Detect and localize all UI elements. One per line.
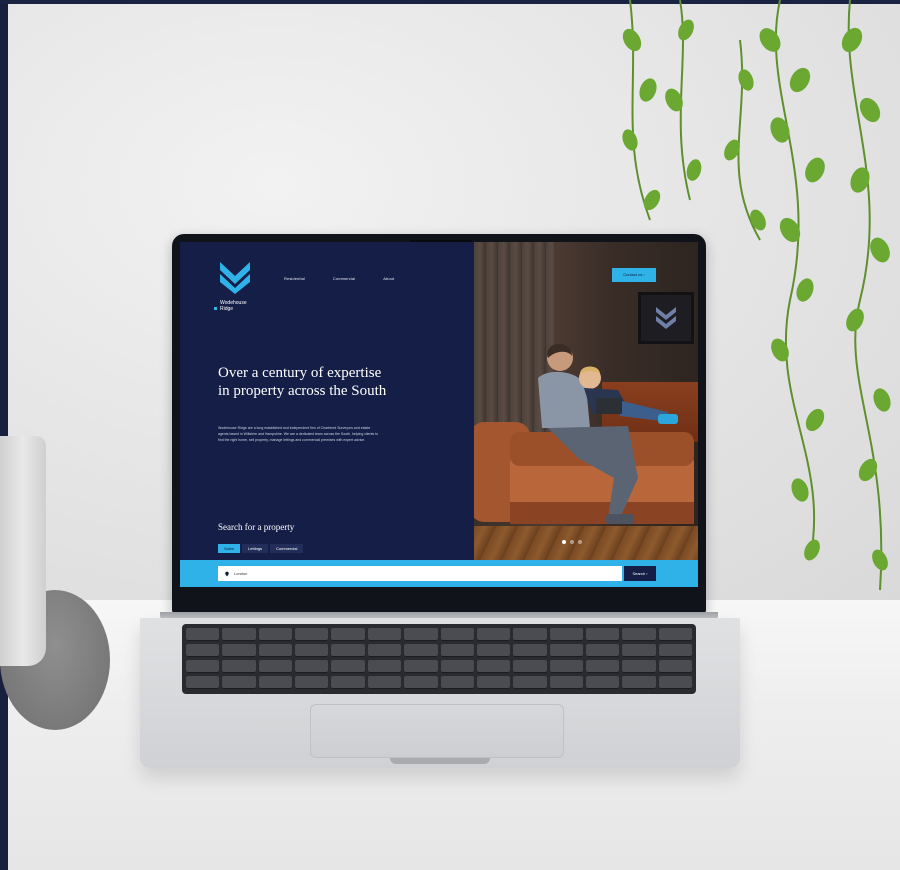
contact-us-button[interactable]: Contact us › — [612, 268, 656, 282]
keyboard-key — [404, 660, 438, 673]
keyboard-key — [258, 644, 293, 657]
search-bar: Search › — [180, 560, 698, 587]
double-chevron-logo-icon — [220, 262, 250, 294]
keyboard-key — [513, 644, 547, 657]
keyboard-key — [622, 644, 656, 657]
keyboard-key — [440, 628, 474, 641]
keyboard-key — [622, 628, 656, 641]
keyboard-key — [622, 676, 656, 689]
keyboard-key — [549, 628, 583, 641]
keyboard-key — [367, 676, 402, 689]
site-hero-panel: Wodehouse Ridge Residential Commercial A… — [180, 242, 474, 587]
keyboard-key — [513, 628, 547, 641]
keyboard-key — [585, 644, 620, 657]
site-nav: Residential Commercial About — [284, 276, 394, 281]
keyboard-key — [331, 660, 365, 673]
keyboard-key — [513, 676, 547, 689]
keyboard-key — [186, 644, 220, 657]
keyboard-key — [658, 644, 692, 657]
search-heading: Search for a property — [218, 522, 295, 532]
keyboard-key — [295, 628, 329, 641]
keyboard-key — [585, 660, 620, 673]
laptop-screen-bezel: Wodehouse Ridge Residential Commercial A… — [172, 234, 706, 614]
nav-link-about[interactable]: About — [383, 276, 394, 281]
left-edge-border — [0, 0, 8, 870]
keyboard-key — [331, 676, 365, 689]
trackpad — [310, 704, 564, 758]
keyboard-key — [222, 660, 256, 673]
keyboard-key — [295, 644, 329, 657]
keyboard-key — [404, 644, 438, 657]
tab-commercial[interactable]: Commercial — [270, 544, 304, 553]
carousel-dot[interactable] — [570, 540, 574, 544]
keyboard-key — [186, 676, 220, 689]
carousel-dot[interactable] — [578, 540, 582, 544]
keyboard-key — [585, 676, 620, 689]
search-button[interactable]: Search › — [624, 566, 656, 581]
mug — [0, 436, 46, 666]
keyboard-key — [186, 628, 220, 641]
keyboard-key — [549, 676, 583, 689]
keyboard-key — [658, 676, 692, 689]
hero-title: Over a century of expertise in property … — [218, 365, 387, 399]
keyboard-key — [440, 660, 474, 673]
laptop-keyboard-deck — [140, 618, 740, 768]
keyboard-key — [476, 628, 511, 641]
laptop: Wodehouse Ridge Residential Commercial A… — [140, 234, 740, 774]
keyboard-key — [295, 676, 329, 689]
keyboard-key — [295, 660, 329, 673]
laptop-front-lip — [390, 758, 490, 764]
search-input[interactable] — [230, 567, 618, 580]
keyboard-key — [476, 644, 511, 657]
keyboard-key — [222, 628, 256, 641]
photo-family — [538, 344, 678, 524]
scene: Wodehouse Ridge Residential Commercial A… — [0, 0, 900, 870]
keyboard-key — [440, 676, 474, 689]
site-logo[interactable]: Wodehouse Ridge — [214, 260, 266, 320]
keyboard-key — [476, 676, 511, 689]
keyboard-key — [440, 644, 474, 657]
carousel-dots — [562, 540, 582, 544]
keyboard-key — [186, 660, 220, 673]
keyboard-key — [331, 644, 365, 657]
keyboard-key — [658, 660, 692, 673]
keyboard-key — [622, 660, 656, 673]
nav-link-commercial[interactable]: Commercial — [333, 276, 355, 281]
laptop-screen: Wodehouse Ridge Residential Commercial A… — [180, 242, 698, 587]
tab-lettings[interactable]: Lettings — [242, 544, 269, 553]
keyboard-key — [513, 660, 547, 673]
keyboard-key — [476, 660, 511, 673]
keyboard-key — [367, 628, 402, 641]
logo-accent-dot — [214, 307, 217, 310]
photo-wall-art — [638, 292, 694, 344]
keyboard-key — [549, 660, 583, 673]
keyboard-key — [258, 628, 293, 641]
tab-sales[interactable]: Sales — [218, 544, 241, 553]
keyboard-key — [331, 628, 365, 641]
nav-link-residential[interactable]: Residential — [284, 276, 305, 281]
carousel-dot[interactable] — [562, 540, 566, 544]
hero-photo — [474, 242, 698, 562]
keyboard-key — [222, 676, 256, 689]
hero-body-text: Wodehouse Ridge are a long established a… — [218, 426, 379, 442]
keyboard-key — [367, 660, 402, 673]
keyboard-key — [585, 628, 620, 641]
logo-text-line2: Ridge — [220, 306, 234, 312]
keyboard-key — [404, 628, 438, 641]
search-input-wrapper — [218, 566, 622, 581]
keyboard-key — [658, 628, 692, 641]
keyboard-key — [404, 676, 438, 689]
search-tabs: Sales Lettings Commercial — [218, 544, 304, 553]
keyboard-key — [258, 676, 293, 689]
keyboard-key — [258, 660, 293, 673]
keyboard-key — [222, 644, 256, 657]
keyboard — [182, 624, 696, 694]
keyboard-key — [367, 644, 402, 657]
keyboard-key — [549, 644, 583, 657]
